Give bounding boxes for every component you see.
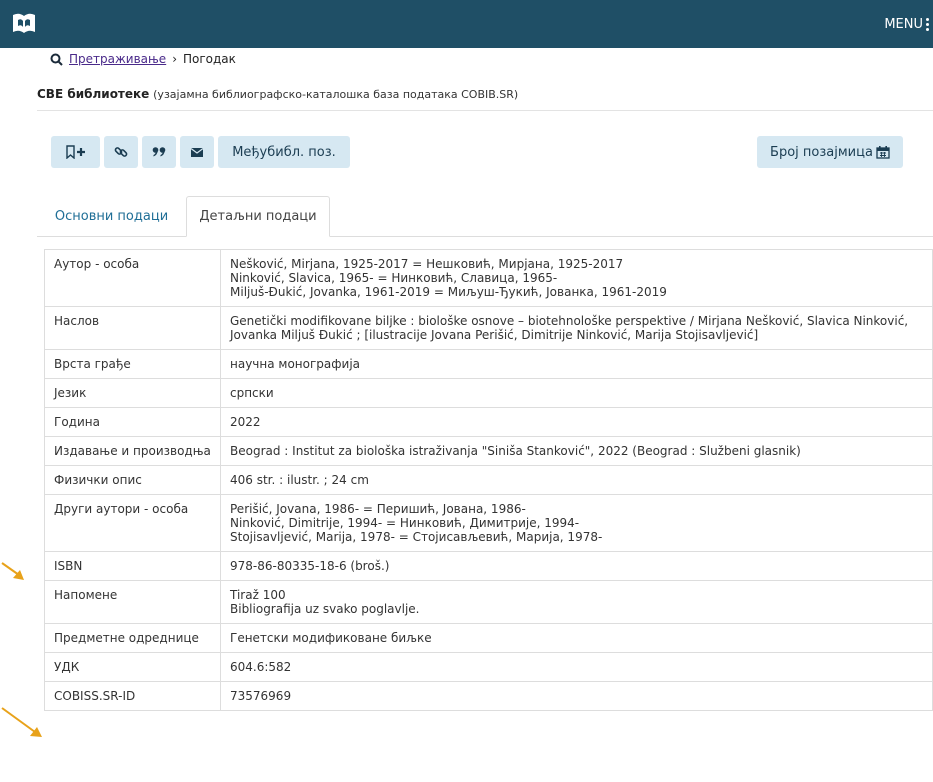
details-value: српски xyxy=(220,378,933,408)
top-navigation-bar: MENU xyxy=(0,0,933,48)
details-value-line: Nešković, Mirjana, 1925-2017 = Нешковић,… xyxy=(230,257,624,271)
details-key: Други аутори - особа xyxy=(44,494,221,552)
details-key: Врста грађе xyxy=(44,349,221,379)
details-value: Tiraž 100 Bibliografija uz svako poglavlj… xyxy=(220,580,933,624)
details-value: научна монографија xyxy=(220,349,933,379)
details-value-line: 604.6:582 xyxy=(230,660,292,674)
library-logo-icon[interactable] xyxy=(10,9,38,37)
details-value-line: Milјuš-Đukić, Jovanka, 1961-2019 = Миљуш… xyxy=(230,285,667,299)
details-value-line: српски xyxy=(230,386,274,400)
details-table: Аутор - особа Nešković, Mirjana, 1925-201… xyxy=(44,249,933,711)
menu-dots-icon xyxy=(926,18,929,31)
details-key: COBISS.SR-ID xyxy=(44,681,221,711)
details-value-line: 2022 xyxy=(230,415,261,429)
details-value: 73576969 xyxy=(220,681,933,711)
menu-button[interactable]: MENU xyxy=(884,17,929,32)
details-row: Други аутори - особа Perišić, Jovana, 198… xyxy=(44,494,933,552)
breadcrumb: Претраживање › Погодак xyxy=(50,52,236,66)
details-value-line: научна монографија xyxy=(230,357,361,371)
interlibrary-loan-button[interactable]: Међубибл. поз. xyxy=(218,136,350,168)
details-key: Напомене xyxy=(44,580,221,624)
bookmark-add-button[interactable] xyxy=(51,136,100,168)
details-row: ISBN 978-86-80335-18-6 (broš.) xyxy=(44,551,933,581)
details-key: Језик xyxy=(44,378,221,408)
details-key: УДК xyxy=(44,652,221,682)
permalink-button[interactable] xyxy=(104,136,138,168)
details-value: Nešković, Mirjana, 1925-2017 = Нешковић,… xyxy=(220,249,933,307)
details-value: 2022 xyxy=(220,407,933,437)
details-value-line: Ninković, Dimitrije, 1994- = Нинковић, Д… xyxy=(230,516,580,530)
details-key: Наслов xyxy=(44,306,221,350)
database-heading: СВЕ библиотеке (узајамна библиографско-к… xyxy=(37,87,518,101)
details-value-line: Stojisavljević, Marija, 1978- = Стојисав… xyxy=(230,530,603,544)
tab-detailed-data[interactable]: Детаљни подаци xyxy=(186,196,330,237)
details-row: Година 2022 xyxy=(44,407,933,437)
details-key: Физички опис xyxy=(44,465,221,495)
details-value: 978-86-80335-18-6 (broš.) xyxy=(220,551,933,581)
details-row: УДК 604.6:582 xyxy=(44,652,933,682)
breadcrumb-current: Погодак xyxy=(183,52,236,66)
details-row: Аутор - особа Nešković, Mirjana, 1925-201… xyxy=(44,249,933,307)
details-value-line: Perišić, Jovana, 1986- = Перишић, Јована… xyxy=(230,502,526,516)
details-row: Напомене Tiraž 100 Bibliografija uz svako … xyxy=(44,580,933,624)
details-value-line: Ninković, Slavica, 1965- = Нинковић, Сла… xyxy=(230,271,558,285)
details-value-line: 406 str. : ilustr. ; 24 cm xyxy=(230,473,369,487)
database-name: СВЕ библиотеке xyxy=(37,87,150,101)
details-value-line: Jovanka Miljuš Đukić ; [ilustracije Jova… xyxy=(230,328,759,342)
details-value-line: Генетски модификоване биљке xyxy=(230,631,432,645)
annotation-arrow-icon xyxy=(1,562,24,580)
details-row: Језик српски xyxy=(44,378,933,408)
details-value: 604.6:582 xyxy=(220,652,933,682)
details-value-line: Tiraž 100 xyxy=(230,588,286,602)
details-value-line: 978-86-80335-18-6 (broš.) xyxy=(230,559,390,573)
details-value-line: Genetički modifikovane biljke : biološke… xyxy=(230,314,909,328)
details-value: Perišić, Jovana, 1986- = Перишић, Јована… xyxy=(220,494,933,552)
bookmark-plus-icon xyxy=(65,145,85,159)
details-key: ISBN xyxy=(44,551,221,581)
database-description: (узајамна библиографско-каталошка база п… xyxy=(153,88,519,101)
details-value-line: Beograd : Institut za biološka istraživa… xyxy=(230,444,801,458)
details-key: Година xyxy=(44,407,221,437)
breadcrumb-separator-icon: › xyxy=(172,52,177,66)
details-value: Генетски модификоване биљке xyxy=(220,623,933,653)
details-value: 406 str. : ilustr. ; 24 cm xyxy=(220,465,933,495)
details-key: Предметне одреднице xyxy=(44,623,221,653)
details-value-line: 73576969 xyxy=(230,689,292,703)
details-value-line: Bibliografija uz svako poglavlje. xyxy=(230,602,420,616)
loan-count-button[interactable]: Број позајмица xyxy=(757,136,903,168)
details-row: COBISS.SR-ID 73576969 xyxy=(44,681,933,711)
email-button[interactable] xyxy=(180,136,214,168)
details-row: Врста грађе научна монографија xyxy=(44,349,933,379)
details-row: Издавање и производња Beograd : Institut … xyxy=(44,436,933,466)
breadcrumb-search-link[interactable]: Претраживање xyxy=(69,52,166,66)
quote-icon xyxy=(152,147,166,157)
details-row: Наслов Genetički modifikovane biljke : bi… xyxy=(44,306,933,350)
link-icon xyxy=(114,147,128,157)
search-icon xyxy=(50,53,63,66)
detail-tabs: Основни подаци Детаљни подаци xyxy=(37,196,933,237)
details-key: Аутор - особа xyxy=(44,249,221,307)
envelope-icon xyxy=(190,147,204,157)
details-row: Предметне одреднице Генетски модификоване… xyxy=(44,623,933,653)
annotation-arrow-icon xyxy=(1,707,42,737)
menu-label: MENU xyxy=(884,17,923,32)
loan-count-label: Број позајмица xyxy=(770,144,873,160)
details-value: Beograd : Institut za biološka istraživa… xyxy=(220,436,933,466)
cite-button[interactable] xyxy=(142,136,176,168)
interlibrary-loan-label: Међубибл. поз. xyxy=(232,144,336,160)
details-value: Genetički modifikovane biljke : biološke… xyxy=(220,306,933,350)
tab-basic-data[interactable]: Основни подаци xyxy=(37,196,186,236)
calendar-icon xyxy=(876,145,890,159)
divider xyxy=(37,110,933,111)
details-row: Физички опис 406 str. : ilustr. ; 24 cm xyxy=(44,465,933,495)
details-key: Издавање и производња xyxy=(44,436,221,466)
